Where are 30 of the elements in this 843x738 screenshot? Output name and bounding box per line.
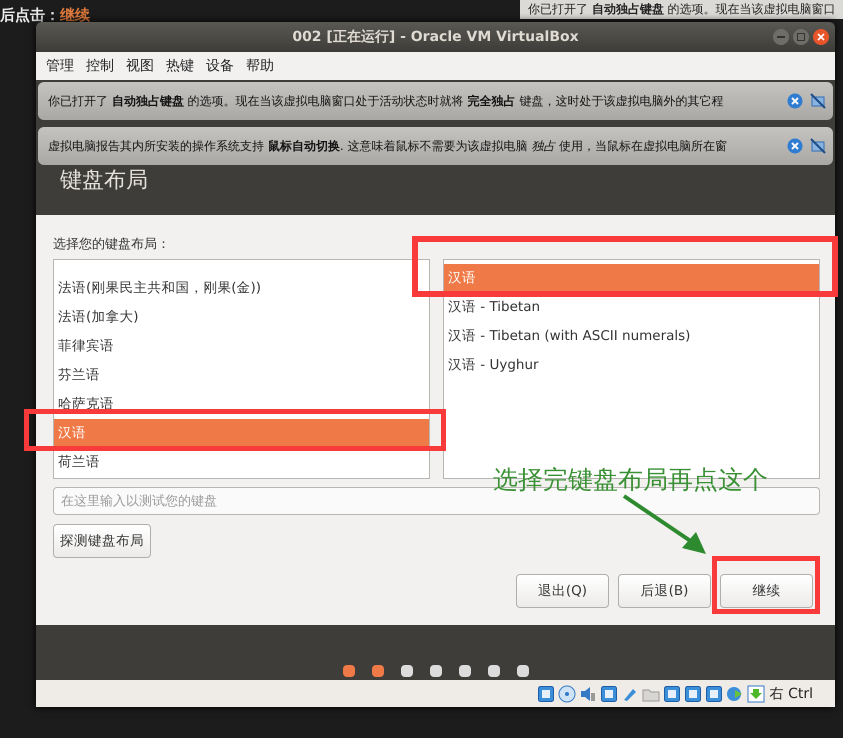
mute-icon[interactable] bbox=[809, 137, 827, 155]
close-icon[interactable] bbox=[787, 138, 803, 154]
dialog-button[interactable]: 退出(Q) bbox=[516, 574, 609, 608]
close-icon[interactable] bbox=[787, 93, 803, 109]
close-button[interactable] bbox=[813, 29, 829, 45]
background-text: 后点击：继续 bbox=[0, 6, 90, 25]
notification-text: 你已打开了 自动独占键盘 的选项。现在当该虚拟电脑窗口处于活动状态时就将 完全独占 键盘，这时处于该虚拟电脑外的其它程 bbox=[48, 92, 724, 110]
menu-item[interactable]: 热键 bbox=[160, 57, 200, 75]
minimize-button[interactable] bbox=[773, 29, 789, 45]
download-icon[interactable] bbox=[746, 684, 765, 702]
detect-button[interactable]: 探测键盘布局 bbox=[53, 524, 151, 558]
dialog-button[interactable]: 后退(B) bbox=[618, 574, 711, 608]
host-key-label: 右 Ctrl bbox=[770, 684, 813, 702]
cd-icon[interactable] bbox=[558, 684, 576, 702]
menu-item[interactable]: 视图 bbox=[120, 57, 160, 75]
close-icon bbox=[817, 33, 825, 41]
background-notice: 你已打开了 自动独占键盘 的选项。现在当该虚拟电脑窗口 bbox=[520, 0, 843, 19]
page-title: 键盘布局 bbox=[60, 167, 148, 195]
menu-item[interactable]: 帮助 bbox=[240, 57, 280, 75]
menu-item[interactable]: 设备 bbox=[200, 57, 240, 75]
prompt-label: 选择您的键盘布局： bbox=[53, 236, 171, 253]
minimize-icon bbox=[777, 33, 785, 41]
maximize-icon bbox=[797, 33, 805, 41]
speaker-icon[interactable] bbox=[578, 684, 597, 702]
dialog-button[interactable]: 继续 bbox=[720, 574, 813, 608]
menu-item[interactable]: 管理 bbox=[40, 57, 80, 75]
window-title: 002 [正在运行] - Oracle VM VirtualBox bbox=[292, 28, 579, 46]
menu-item[interactable]: 控制 bbox=[80, 57, 120, 75]
mute-icon[interactable] bbox=[809, 92, 827, 110]
notification-text: 虚拟电脑报告其内所安装的操作系统支持 鼠标自动切换. 这意味着鼠标不需要为该虚拟电脑 独占 使用，当鼠标在虚拟电脑所在窗 bbox=[48, 138, 728, 154]
